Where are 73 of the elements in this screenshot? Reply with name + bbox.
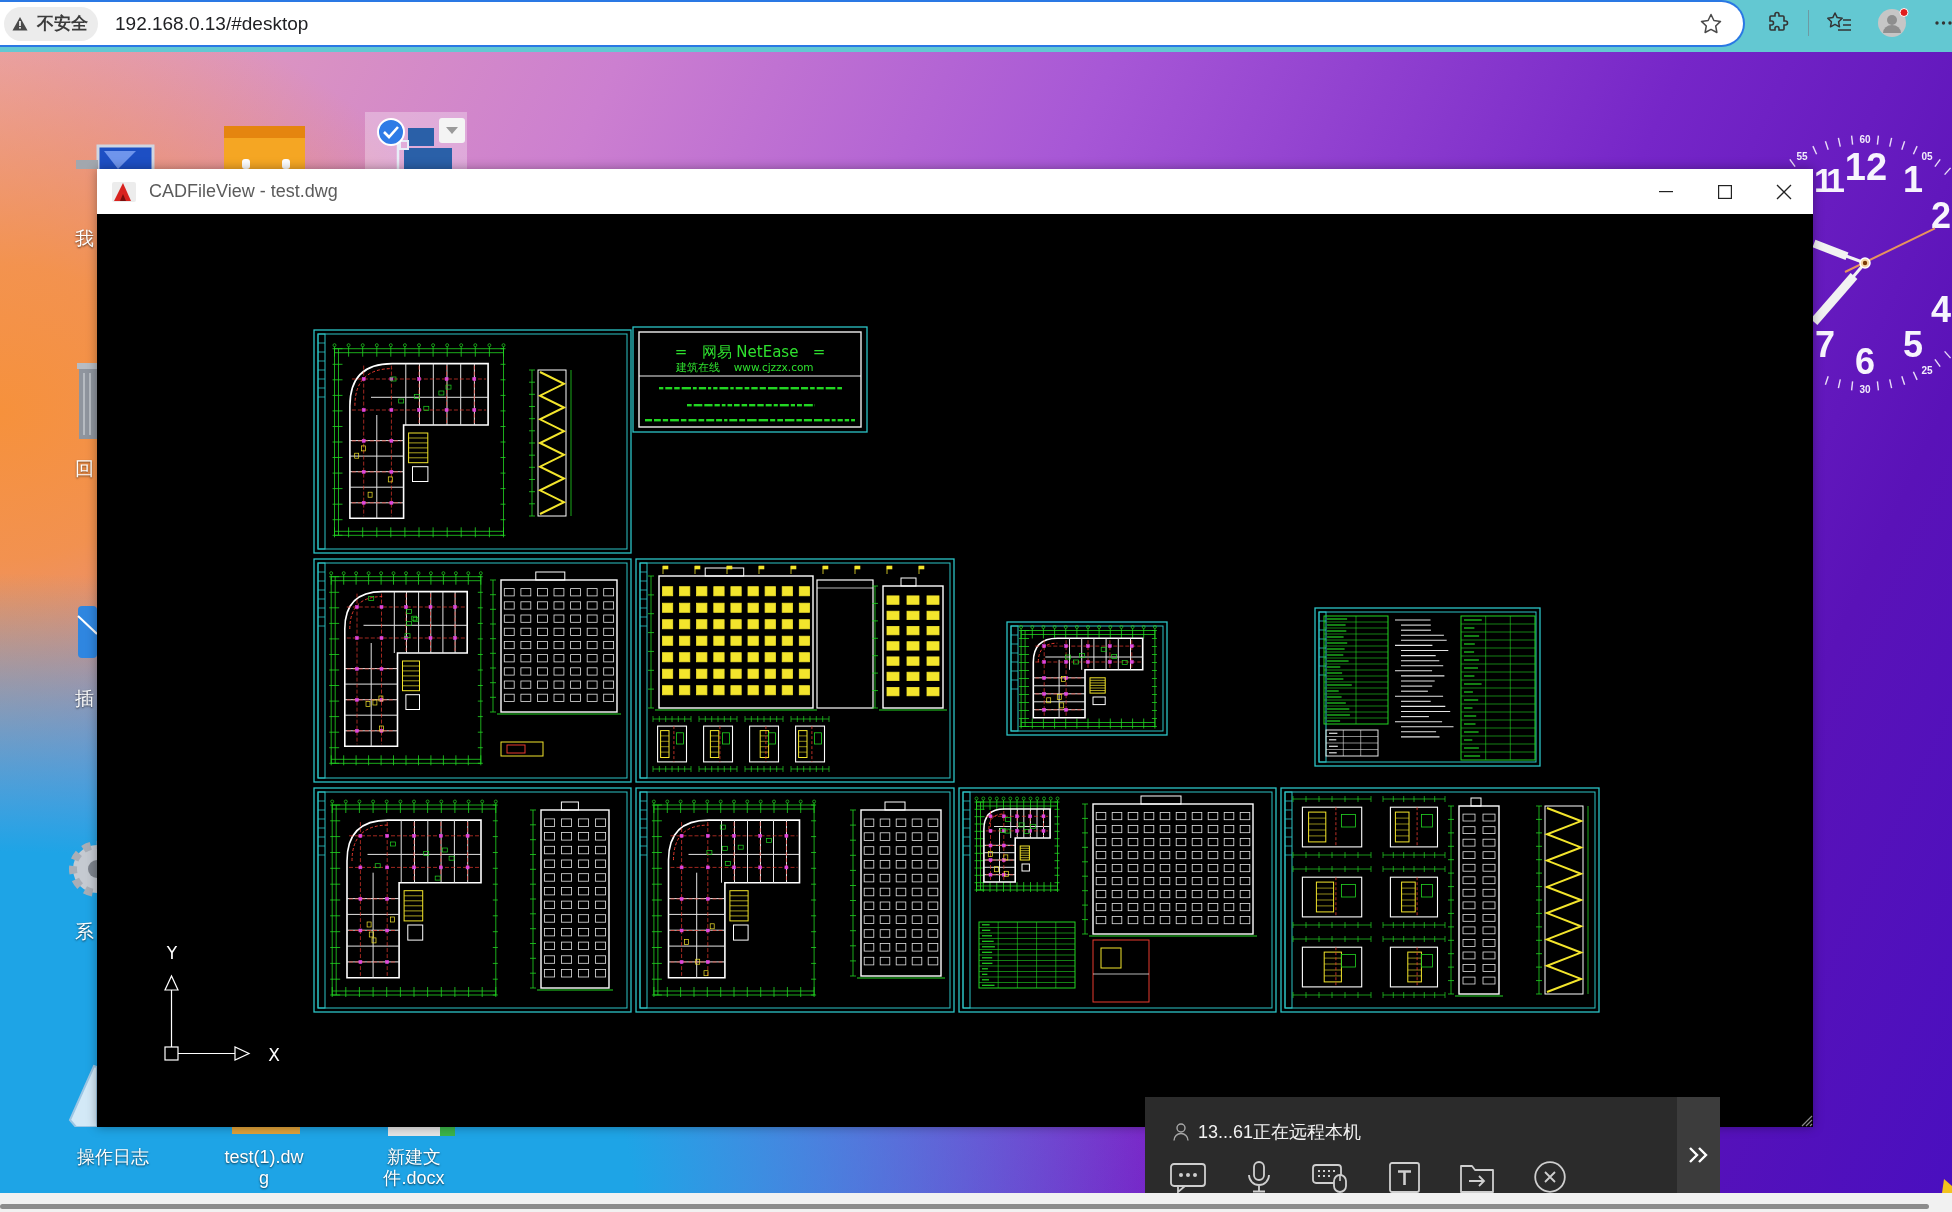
dropdown-icon[interactable]	[439, 118, 465, 143]
window-title: CADFileView - test.dwg	[149, 181, 338, 202]
clock-tick	[1850, 135, 1854, 146]
clock-tick	[1943, 350, 1952, 359]
close-icon	[1775, 183, 1792, 200]
icon-label: 操作日志	[76, 1147, 150, 1168]
clock-minute-label: 60	[1859, 134, 1871, 145]
clock-hub	[1859, 257, 1871, 269]
collapse-button[interactable]	[1677, 1097, 1720, 1193]
icon-label: test(1).dw g	[223, 1147, 305, 1189]
icon-label: 新建文 件.docx	[382, 1147, 446, 1189]
clock-tick	[1837, 378, 1841, 389]
checkmark-icon	[377, 118, 405, 146]
clock-tick	[1876, 380, 1880, 391]
document-icon[interactable]	[388, 1127, 455, 1136]
more-icon[interactable]	[1935, 20, 1952, 26]
icon-label: 插	[75, 688, 94, 710]
clock-minute-label: 55	[1796, 151, 1808, 162]
clock-numeral: 6	[1855, 341, 1875, 382]
chat-icon[interactable]	[1170, 1163, 1206, 1193]
folder-arrow-icon[interactable]	[1460, 1163, 1494, 1193]
site-info-button[interactable]: 不安全	[4, 6, 98, 41]
clock-tick	[1889, 378, 1893, 389]
keyboard-mouse-icon[interactable]	[1312, 1161, 1349, 1193]
person-icon	[1173, 1123, 1189, 1141]
clock-tick	[1824, 140, 1829, 151]
clock-tick	[1901, 375, 1906, 386]
close-circle-icon[interactable]	[1534, 1161, 1566, 1193]
icon-label: 回	[75, 458, 94, 480]
clock-tick	[1943, 167, 1952, 176]
clock-numeral: 4	[1930, 289, 1951, 330]
profile-avatar-icon[interactable]	[1877, 8, 1909, 38]
clock-tick	[1912, 371, 1918, 381]
clock-tick	[1812, 145, 1818, 155]
address-bar[interactable]: 不安全 192.168.0.13/#desktop	[0, 0, 1745, 47]
clock-numeral: 11	[1814, 161, 1840, 199]
maximize-icon	[1717, 184, 1732, 199]
minimize-icon	[1658, 190, 1673, 193]
clock-numeral: 12	[1844, 146, 1888, 188]
ucs-axis-icon	[164, 974, 251, 1061]
gear-icon[interactable]	[69, 841, 97, 897]
clock-tick	[1850, 380, 1854, 391]
clock-tick	[1789, 158, 1796, 168]
clock-tick	[1824, 375, 1829, 386]
warning-icon	[12, 16, 28, 31]
clock-tick	[1934, 158, 1941, 168]
clock-tick	[1934, 358, 1941, 368]
scrollbar-thumb[interactable]	[0, 1204, 1929, 1209]
clock-tick	[1912, 145, 1918, 155]
clock-numeral: 2	[1930, 195, 1951, 236]
microphone-icon[interactable]	[1246, 1161, 1272, 1193]
clock-tick	[1889, 137, 1893, 148]
clock-numeral: 7	[1815, 324, 1836, 365]
app-icon	[112, 180, 136, 203]
title-block-subtitle: 建筑在线 www.cjzzx.com	[676, 361, 814, 373]
clock-minute-label: 05	[1921, 151, 1933, 162]
clock-numeral: 1	[1903, 159, 1923, 200]
clock-minute-label: 30	[1859, 384, 1871, 395]
clock-numeral: 5	[1903, 324, 1923, 365]
y-axis-label: Y	[166, 943, 178, 963]
x-axis-label: X	[268, 1045, 280, 1065]
star-icon[interactable]	[1699, 11, 1723, 36]
clock-tick	[1901, 140, 1906, 151]
text-tool-icon[interactable]	[1389, 1162, 1420, 1193]
url-text[interactable]: 192.168.0.13/#desktop	[115, 12, 309, 35]
envelope-icon[interactable]	[77, 606, 97, 658]
icon-label: 我	[75, 228, 94, 250]
clock-tick	[1876, 135, 1880, 146]
clock-tick	[1837, 137, 1841, 148]
title-block-heading: = 网易 NetEase =	[674, 343, 826, 361]
clock-minute-label: 25	[1921, 365, 1933, 376]
double-chevron-icon	[1688, 1146, 1709, 1164]
icon-label: 系	[75, 921, 94, 943]
